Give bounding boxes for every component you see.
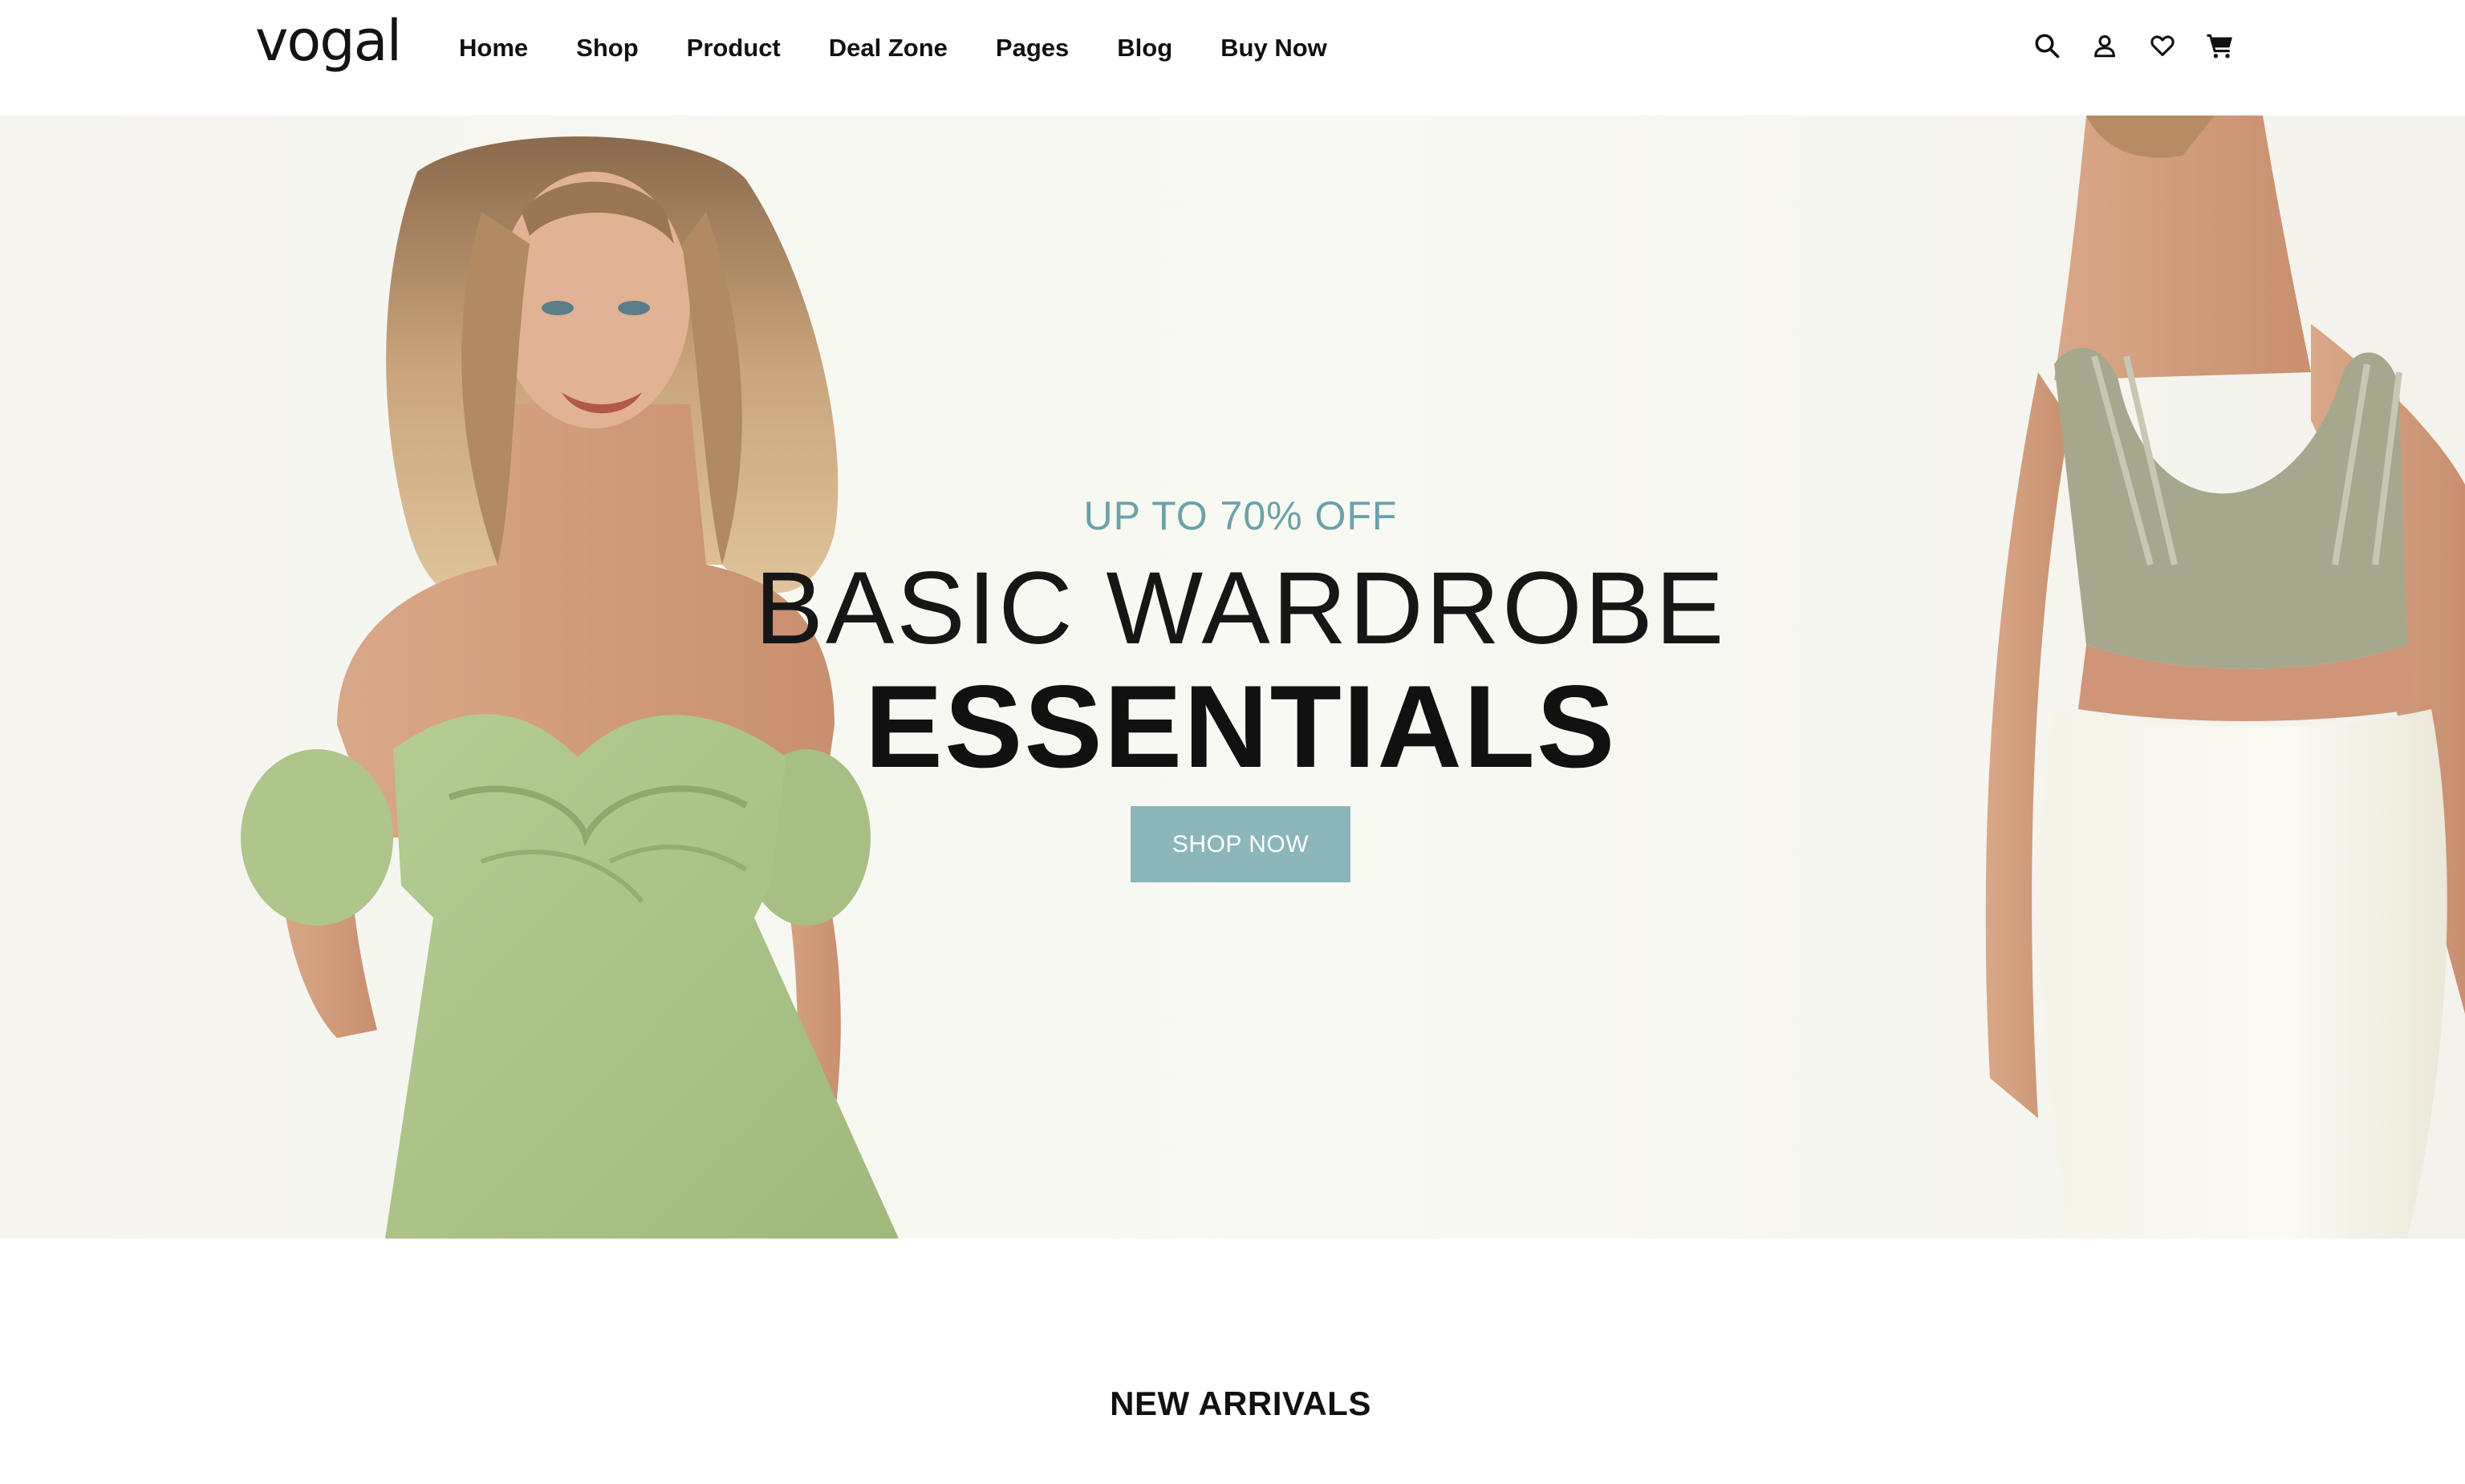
site-header: vogal Home Shop Product Deal Zone Pages … bbox=[0, 0, 2465, 116]
user-icon[interactable] bbox=[2089, 30, 2120, 61]
hero-title-line1: BASIC WARDROBE bbox=[754, 551, 1727, 666]
brand-logo[interactable]: vogal bbox=[255, 13, 402, 69]
hero-promo-text: UP TO 70% OFF bbox=[1083, 493, 1398, 538]
heart-icon[interactable] bbox=[2147, 30, 2178, 61]
nav-deal-zone[interactable]: Deal Zone bbox=[829, 32, 948, 64]
new-arrivals-heading: NEW ARRIVALS bbox=[1110, 1385, 1371, 1422]
shop-now-button[interactable]: SHOP NOW bbox=[1131, 806, 1350, 882]
hero-title-line2: ESSENTIALS bbox=[864, 661, 1617, 792]
nav-pages[interactable]: Pages bbox=[996, 32, 1069, 64]
nav-buy-now[interactable]: Buy Now bbox=[1220, 32, 1327, 64]
header-icons bbox=[2032, 30, 2236, 61]
nav-blog[interactable]: Blog bbox=[1117, 32, 1172, 64]
hero-banner: UP TO 70% OFF BASIC WARDROBE ESSENTIALS … bbox=[0, 116, 2465, 1239]
main-nav: Home Shop Product Deal Zone Pages Blog B… bbox=[459, 32, 1375, 64]
cart-icon[interactable] bbox=[2205, 30, 2236, 61]
search-icon[interactable] bbox=[2032, 30, 2062, 61]
nav-product[interactable]: Product bbox=[687, 32, 781, 64]
nav-shop[interactable]: Shop bbox=[576, 32, 639, 64]
nav-home[interactable]: Home bbox=[459, 32, 528, 64]
